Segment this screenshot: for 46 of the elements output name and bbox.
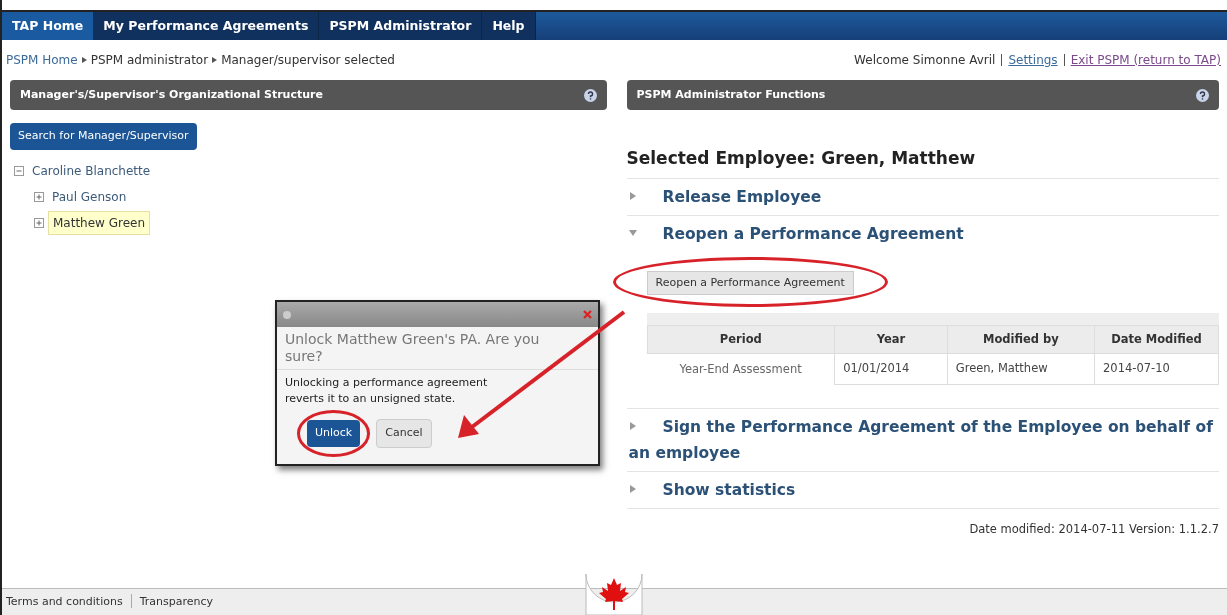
dialog-message: Unlocking a performance agreement reverts it to an unsigned state.	[284, 375, 489, 407]
breadcrumb-item: PSPM administrator	[90, 52, 209, 69]
header-link[interactable]: Settings	[1008, 51, 1058, 69]
selected-employee-heading: Selected Employee: Green, Matthew	[626, 146, 1219, 179]
nav-tab[interactable]: PSPM Administrator	[319, 12, 483, 40]
section-toggle[interactable]: Sign the Performance Agreement of the Employee on behalf of an employee	[626, 413, 1219, 466]
table-cell: Year-End Assessment	[647, 353, 835, 384]
search-button[interactable]: Search for Manager/Supervisor	[10, 123, 197, 150]
footer-link[interactable]: Terms and conditions	[6, 593, 123, 611]
reopen-button[interactable]: Reopen a Performance Agreement	[646, 270, 854, 295]
column-header: Date Modified	[1094, 325, 1219, 354]
table-cell: 01/01/2014	[834, 353, 948, 384]
table-cell: Green, Matthew	[947, 353, 1095, 384]
footer-link[interactable]: Transparency	[139, 593, 214, 611]
welcome-text: Welcome Simonne Avril	[854, 52, 996, 69]
column-header: Period	[647, 325, 835, 354]
tree-item[interactable]: Paul Genson	[48, 185, 131, 208]
tree-item[interactable]: Caroline Blanchette	[28, 159, 155, 182]
help-icon[interactable]	[583, 88, 597, 102]
section-toggle[interactable]: Release Employee	[626, 183, 1219, 210]
help-icon[interactable]	[1196, 88, 1209, 102]
version-text: Date modified: 2014-07-11 Version: 1.1.2.7	[968, 520, 1219, 538]
column-header: Modified by	[947, 325, 1095, 354]
close-icon[interactable]	[583, 310, 592, 319]
table-cell: 2014-07-10	[1094, 353, 1219, 384]
collapse-icon[interactable]	[14, 165, 24, 176]
nav-tab[interactable]: TAP Home	[2, 12, 94, 40]
dialog-title: Unlock Matthew Green's PA. Are you sure?	[277, 327, 598, 370]
nav-tab[interactable]: My Performance Agreements	[93, 12, 320, 40]
panel-title: PSPM Administrator Functions	[636, 86, 826, 103]
tree-item[interactable]: Matthew Green	[48, 210, 151, 235]
expand-icon[interactable]	[34, 217, 44, 228]
section-toggle[interactable]: Reopen a Performance Agreement	[626, 220, 1219, 247]
cancel-button[interactable]: Cancel	[376, 419, 432, 448]
nav-tab[interactable]: Help	[482, 12, 536, 40]
section-toggle[interactable]: Show statistics	[626, 476, 1219, 503]
panel-title: Manager's/Supervisor's Organizational Structure	[20, 86, 323, 103]
column-header: Year	[834, 325, 948, 354]
expand-icon[interactable]	[34, 191, 44, 202]
unlock-button[interactable]: Unlock	[307, 420, 361, 447]
dialog-icon	[283, 310, 291, 319]
breadcrumb-separator-icon	[212, 57, 218, 63]
breadcrumb-separator-icon	[81, 57, 87, 63]
breadcrumb-item: Manager/supervisor selected	[221, 52, 395, 69]
breadcrumb-link[interactable]: PSPM Home	[6, 51, 78, 69]
header-link[interactable]: Exit PSPM (return to TAP)	[1070, 51, 1221, 69]
